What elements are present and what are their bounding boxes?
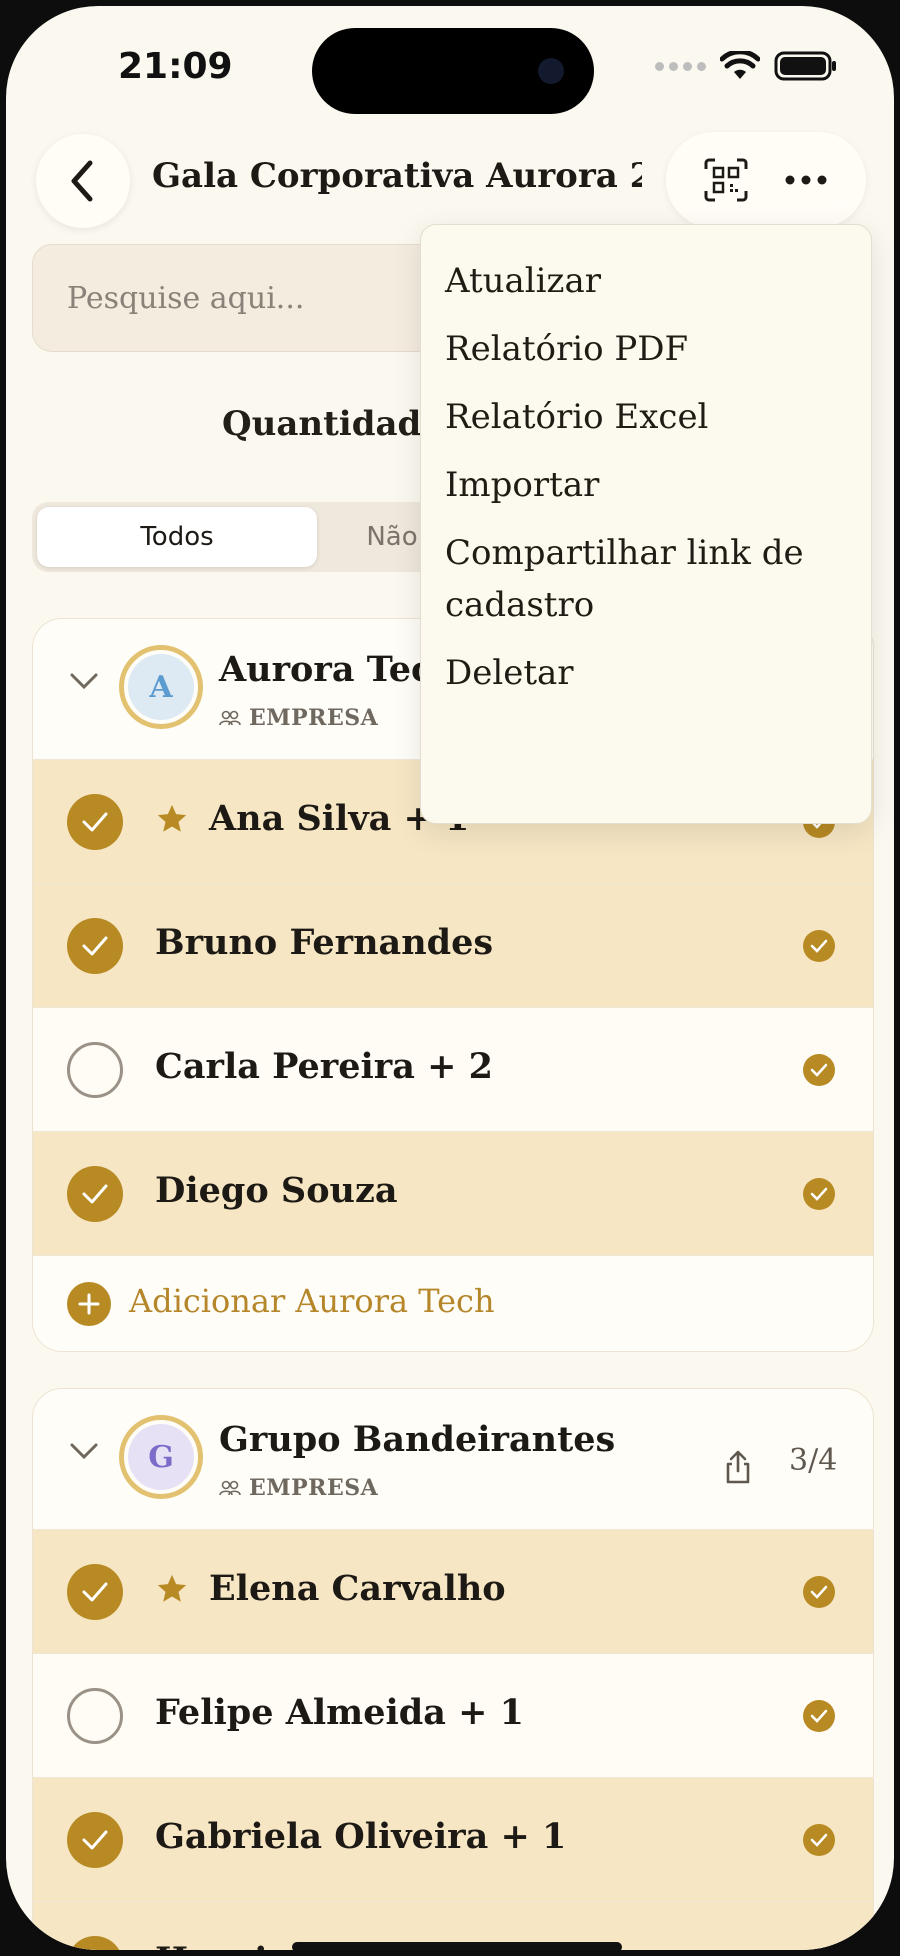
share-icon[interactable] — [723, 1449, 753, 1485]
app-screen: 21:09 Gala Corporativa Aurora 20... — [6, 6, 894, 1950]
add-guest-label: Adicionar Aurora Tech — [129, 1282, 495, 1320]
confirmed-status-icon — [803, 930, 835, 962]
checkmark-icon — [82, 1184, 108, 1204]
check-toggle[interactable] — [67, 1936, 123, 1950]
confirmed-status-icon — [803, 1700, 835, 1732]
group-name: Grupo Bandeirantes — [219, 1419, 616, 1460]
avatar: G — [119, 1415, 203, 1499]
back-button[interactable] — [36, 134, 130, 228]
home-indicator — [292, 1942, 622, 1950]
add-guest-button[interactable]: Adicionar Aurora Tech — [33, 1255, 873, 1351]
table-row[interactable]: Carla Pereira + 2 — [33, 1007, 873, 1131]
qr-scan-button[interactable] — [694, 148, 758, 212]
menu-item-atualizar[interactable]: Atualizar — [445, 247, 847, 315]
device-frame: 21:09 Gala Corporativa Aurora 20... — [0, 0, 900, 1956]
avatar: A — [119, 645, 203, 729]
confirmed-status-icon — [803, 1576, 835, 1608]
confirmed-status-icon — [803, 1178, 835, 1210]
menu-item-relatorio-pdf[interactable]: Relatório PDF — [445, 315, 847, 383]
table-row[interactable]: Gabriela Oliveira + 1 — [33, 1777, 873, 1901]
battery-icon — [774, 51, 836, 81]
table-row[interactable]: Diego Souza — [33, 1131, 873, 1255]
group-card: G Grupo Bandeirantes EMPRESA 3/4 Elena C… — [32, 1388, 874, 1950]
check-toggle[interactable] — [67, 1812, 123, 1868]
plus-icon — [67, 1282, 111, 1326]
header-actions — [666, 132, 866, 228]
checkmark-icon — [82, 936, 108, 956]
checkmark-icon — [82, 1830, 108, 1850]
table-row[interactable]: Bruno Fernandes — [33, 883, 873, 1007]
people-icon — [219, 1480, 241, 1496]
check-toggle[interactable] — [67, 794, 123, 850]
guest-name: Bruno Fernandes — [155, 922, 494, 963]
guest-name: Elena Carvalho — [209, 1568, 506, 1609]
status-icons — [655, 50, 838, 82]
check-toggle[interactable] — [67, 1166, 123, 1222]
wifi-icon — [720, 51, 760, 79]
star-icon — [157, 1574, 187, 1602]
table-row[interactable]: Elena Carvalho — [33, 1529, 873, 1653]
menu-item-compartilhar-link[interactable]: Compartilhar link de cadastro — [445, 519, 847, 639]
dynamic-island — [312, 28, 594, 114]
status-time: 21:09 — [118, 46, 233, 87]
confirmed-status-icon — [803, 1824, 835, 1856]
chevron-down-icon[interactable] — [69, 671, 99, 691]
more-options-button[interactable] — [774, 148, 838, 212]
group-type: EMPRESA — [219, 1475, 378, 1501]
chevron-left-icon — [71, 160, 93, 202]
check-toggle[interactable] — [67, 1564, 123, 1620]
qr-code-icon — [704, 158, 748, 202]
check-toggle[interactable] — [67, 1042, 123, 1098]
group-header[interactable]: G Grupo Bandeirantes EMPRESA 3/4 — [33, 1389, 873, 1529]
people-icon — [219, 710, 241, 726]
tab-todos[interactable]: Todos — [37, 507, 317, 567]
table-row[interactable]: Felipe Almeida + 1 — [33, 1653, 873, 1777]
guest-name: Gabriela Oliveira + 1 — [155, 1816, 567, 1857]
more-horizontal-icon — [785, 175, 827, 185]
guest-name: Carla Pereira + 2 — [155, 1046, 493, 1087]
group-count: 3/4 — [789, 1443, 838, 1478]
menu-item-deletar[interactable]: Deletar — [445, 639, 847, 707]
checkmark-icon — [82, 812, 108, 832]
guest-name: Diego Souza — [155, 1170, 398, 1211]
checkmark-icon — [82, 1582, 108, 1602]
quantity-label: Quantidade — [222, 404, 443, 444]
group-type: EMPRESA — [219, 705, 378, 731]
menu-item-relatorio-excel[interactable]: Relatório Excel — [445, 383, 847, 451]
options-menu: Atualizar Relatório PDF Relatório Excel … — [420, 224, 872, 824]
menu-item-importar[interactable]: Importar — [445, 451, 847, 519]
cellular-signal-icon — [655, 61, 706, 71]
search-placeholder: Pesquise aqui... — [67, 280, 305, 316]
page-title: Gala Corporativa Aurora 20... — [152, 156, 642, 196]
star-icon — [157, 804, 187, 832]
confirmed-status-icon — [803, 1054, 835, 1086]
chevron-down-icon[interactable] — [69, 1441, 99, 1461]
check-toggle[interactable] — [67, 1688, 123, 1744]
check-toggle[interactable] — [67, 918, 123, 974]
guest-name: Felipe Almeida + 1 — [155, 1692, 524, 1733]
